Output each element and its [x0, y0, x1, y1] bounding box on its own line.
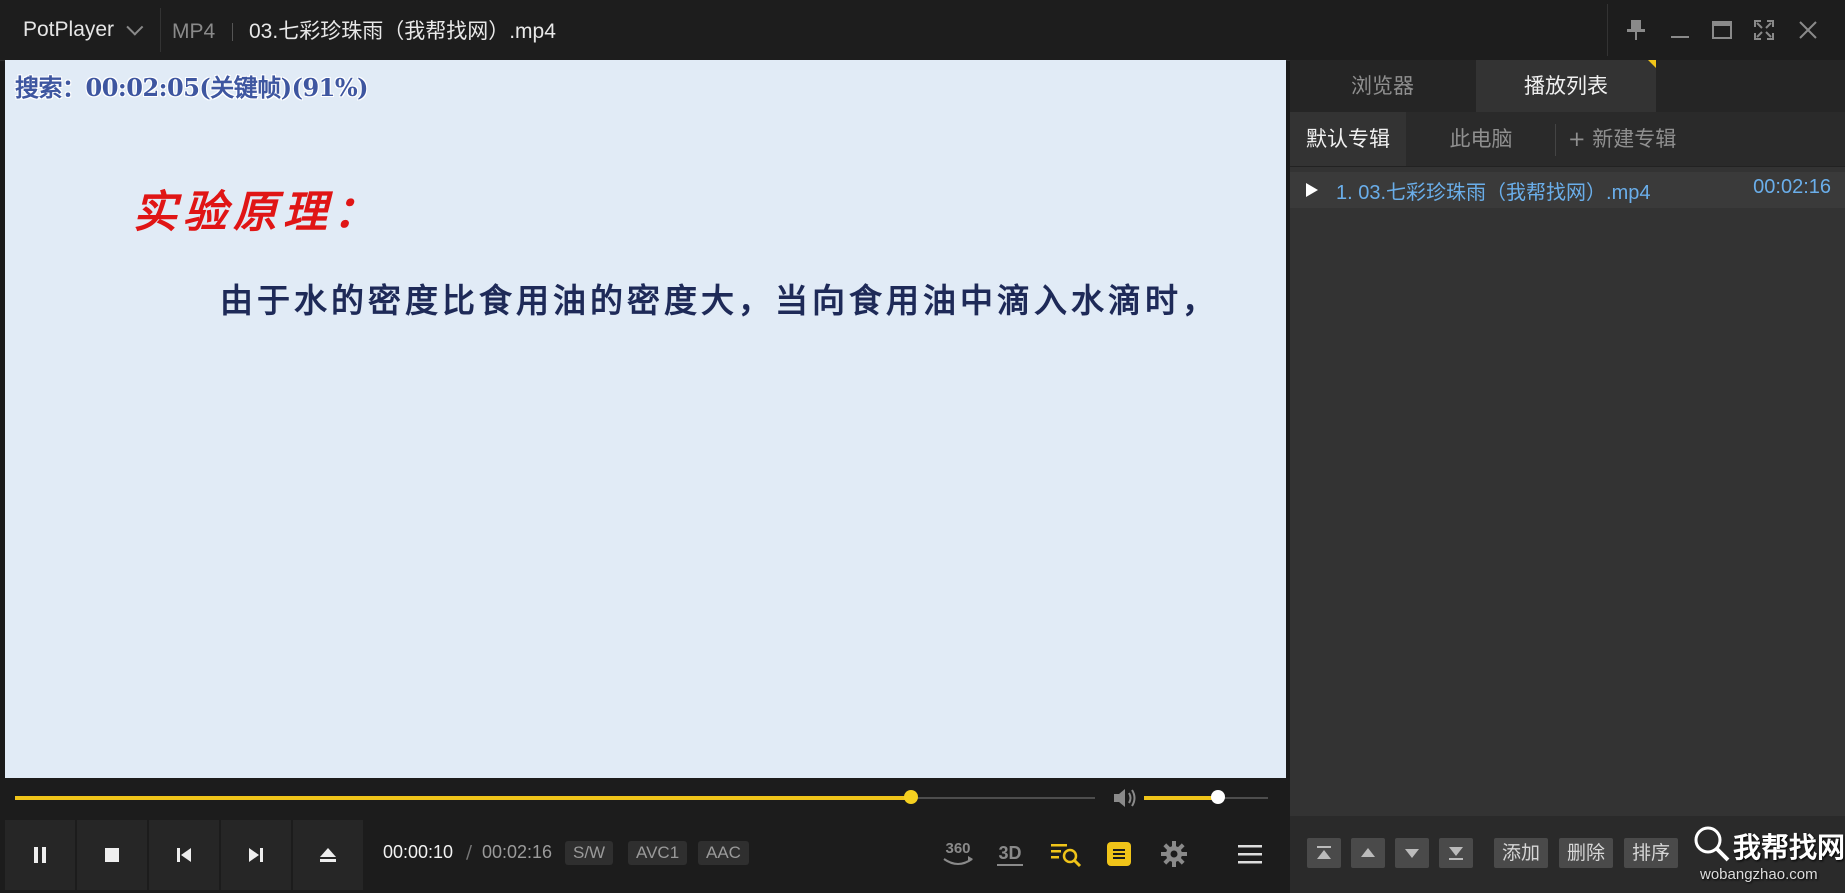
time-separator: / — [466, 842, 473, 863]
svg-text:360: 360 — [945, 840, 970, 857]
playlist-item-duration: 00:02:16 — [1753, 176, 1831, 198]
move-down-button[interactable] — [1395, 838, 1429, 868]
speaker-icon — [1114, 789, 1136, 807]
previous-icon — [177, 848, 191, 862]
vr-360-icon: 360 — [943, 840, 973, 865]
move-bottom-icon — [1449, 847, 1463, 860]
video-area[interactable]: 搜索：00:02:05(关键帧)(91%) 实验原理： 由于水的密度比食用油的密… — [5, 60, 1286, 778]
move-to-bottom-button[interactable] — [1439, 838, 1473, 868]
pin-icon — [1627, 20, 1645, 40]
tab-browser[interactable]: 浏览器 — [1290, 60, 1475, 112]
album-tab-this-pc[interactable]: 此电脑 — [1407, 112, 1555, 166]
divider — [1555, 124, 1556, 156]
volume-button[interactable] — [1112, 786, 1138, 810]
app-menu-button[interactable]: PotPlayer — [0, 0, 160, 60]
subtitle-icon — [1107, 842, 1131, 866]
sort-button[interactable]: 排序 — [1624, 838, 1679, 868]
minimize-button[interactable] — [1660, 10, 1700, 50]
playlist-item-title[interactable]: 1. 03.七彩珍珠雨（我帮找网）.mp4 — [1336, 176, 1651, 205]
fullscreen-icon — [1754, 20, 1774, 40]
magnifier-watermark-icon — [1694, 826, 1730, 862]
pause-icon — [34, 847, 46, 863]
previous-button[interactable] — [149, 820, 219, 890]
sw-decoder-badge[interactable]: S/W — [565, 841, 614, 865]
vr-360-button[interactable]: 360 — [936, 832, 980, 876]
slide-body-text: 由于水的密度比食用油的密度大，当向食用油中滴入水滴时， — [220, 281, 1219, 320]
chevron-down-icon — [126, 18, 144, 36]
next-button[interactable] — [221, 820, 291, 890]
close-button[interactable] — [1788, 10, 1828, 50]
minimize-icon — [1671, 36, 1689, 38]
album-tab-default[interactable]: 默认专辑 — [1290, 112, 1406, 166]
playlist-search-button[interactable] — [1044, 832, 1088, 876]
tab-playlist[interactable]: 播放列表 — [1476, 60, 1656, 112]
new-album-button[interactable]: + 新建专辑 — [1568, 112, 1676, 166]
total-time: 00:02:16 — [482, 842, 553, 862]
divider — [232, 23, 233, 41]
watermark-url: wobangzhao.com — [1700, 866, 1818, 883]
pause-button[interactable] — [5, 820, 75, 890]
window-title: 03.七彩珍珠雨（我帮找网）.mp4 — [249, 20, 556, 43]
3d-icon: 3D — [997, 843, 1023, 866]
close-icon — [1799, 21, 1817, 39]
watermark-text: 我帮找网 — [1733, 831, 1845, 864]
now-playing-icon — [1306, 183, 1318, 197]
svg-text:3D: 3D — [998, 843, 1021, 863]
app-name: PotPlayer — [23, 18, 115, 41]
seek-bar-fill — [15, 796, 912, 800]
maximize-icon — [1712, 21, 1732, 39]
playlist-search-icon — [1051, 844, 1082, 868]
file-format-label: MP4 — [172, 20, 216, 43]
pin-button[interactable] — [1616, 10, 1656, 50]
subtitle-button[interactable] — [1097, 832, 1141, 876]
add-button[interactable]: 添加 — [1494, 838, 1549, 868]
delete-button[interactable]: 删除 — [1559, 838, 1614, 868]
video-codec-badge[interactable]: AVC1 — [628, 841, 688, 865]
move-top-icon — [1317, 846, 1331, 859]
eject-icon — [320, 848, 336, 862]
stop-button[interactable] — [77, 820, 147, 890]
eject-button[interactable] — [293, 820, 363, 890]
menu-icon — [1238, 845, 1262, 864]
move-down-icon — [1405, 849, 1419, 858]
maximize-button[interactable] — [1702, 10, 1742, 50]
settings-icon — [1161, 841, 1187, 867]
move-up-button[interactable] — [1351, 838, 1385, 868]
seek-osd-text: 搜索：00:02:05(关键帧)(91%) — [15, 73, 369, 102]
fullscreen-button[interactable] — [1744, 10, 1784, 50]
move-up-icon — [1361, 848, 1375, 857]
move-to-top-button[interactable] — [1307, 838, 1341, 868]
current-time: 00:00:10 — [383, 842, 454, 862]
3d-button[interactable]: 3D — [988, 832, 1032, 876]
divider — [160, 8, 161, 52]
next-icon — [249, 848, 263, 862]
divider — [1607, 4, 1608, 56]
tab-corner-marker — [1648, 60, 1656, 68]
volume-slider-fill — [1144, 796, 1219, 800]
slide-title: 实验原理： — [133, 187, 383, 238]
main-menu-button[interactable] — [1228, 832, 1272, 876]
audio-codec-badge[interactable]: AAC — [698, 841, 749, 865]
stop-icon — [105, 848, 119, 862]
settings-button[interactable] — [1152, 832, 1196, 876]
